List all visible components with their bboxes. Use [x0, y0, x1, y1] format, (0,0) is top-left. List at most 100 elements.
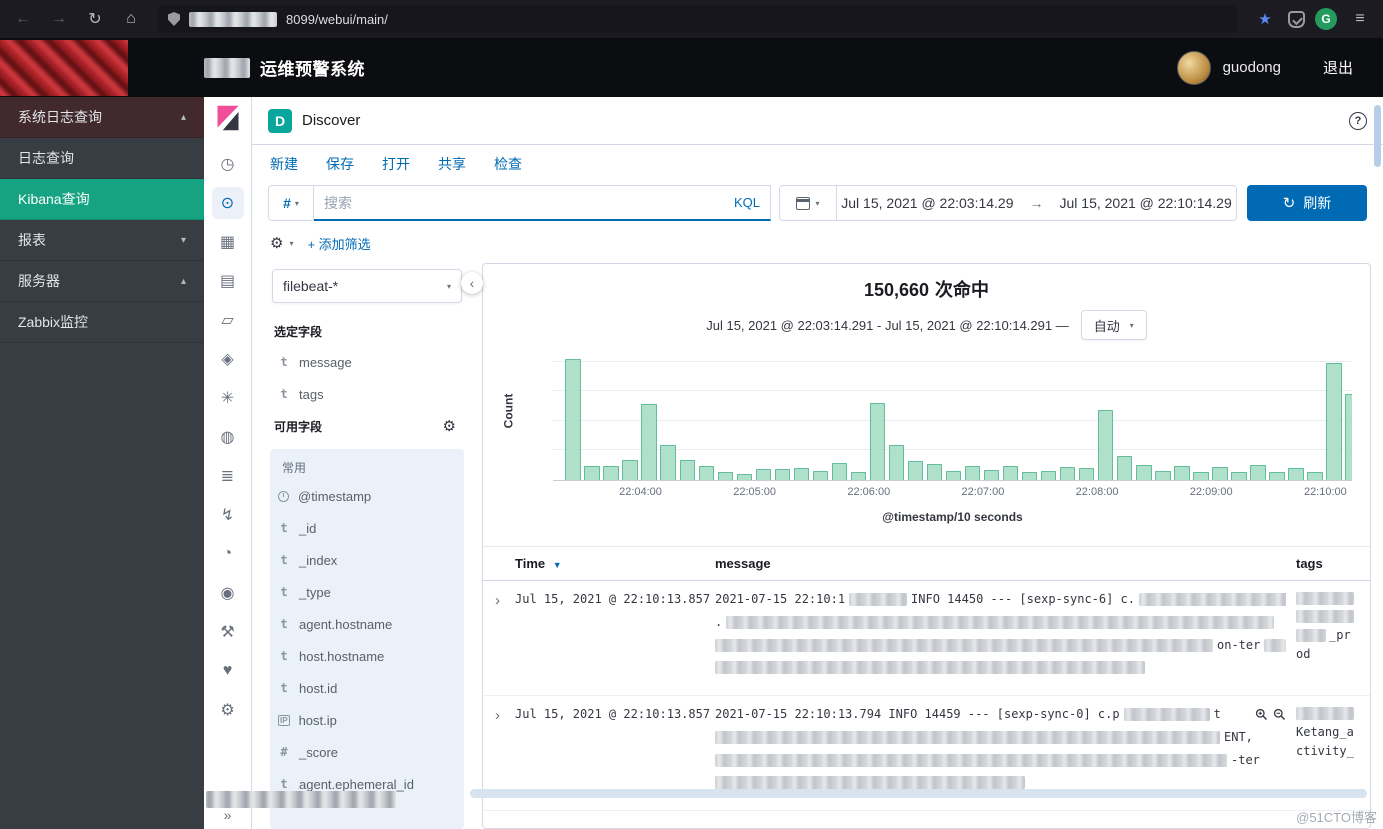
sidebar-item-kibana-query[interactable]: Kibana查询	[0, 179, 204, 220]
dev-tools-icon[interactable]: ⚒	[212, 616, 244, 648]
field-hostip[interactable]: IPhost.ip	[270, 704, 464, 736]
query-filter-dropdown[interactable]: # ▾	[268, 185, 314, 221]
field-_type[interactable]: t_type	[270, 576, 464, 608]
menu-inspect[interactable]: 检查	[494, 154, 522, 174]
tracking-protection-shield-icon[interactable]	[168, 12, 180, 26]
tags-column-header[interactable]: tags	[1296, 556, 1370, 571]
time-column-header[interactable]: Time ▼	[515, 556, 715, 571]
histogram-bar[interactable]	[1250, 465, 1265, 480]
interval-select[interactable]: 自动 ▾	[1081, 310, 1147, 340]
logout-button[interactable]: 退出	[1323, 57, 1353, 78]
histogram-bar[interactable]	[1288, 468, 1303, 480]
histogram-bar[interactable]	[1174, 466, 1189, 480]
expand-row-icon[interactable]: ›	[495, 592, 500, 609]
management-icon[interactable]: ⚙	[212, 694, 244, 726]
maps-icon[interactable]: ◈	[212, 343, 244, 375]
field-_index[interactable]: t_index	[270, 544, 464, 576]
histogram-bar[interactable]	[1079, 468, 1094, 480]
histogram-bar[interactable]	[1041, 471, 1056, 480]
user-avatar[interactable]	[1177, 51, 1211, 85]
message-column-header[interactable]: message	[715, 556, 1296, 571]
histogram-bar[interactable]	[603, 466, 618, 480]
date-from[interactable]: Jul 15, 2021 @ 22:03:14.29	[841, 195, 1013, 211]
histogram-bar[interactable]	[870, 403, 885, 480]
sidebar-item-log-query[interactable]: 日志查询	[0, 138, 204, 179]
histogram-bar[interactable]	[699, 466, 714, 480]
histogram-bar[interactable]	[908, 461, 923, 480]
sidebar-item-system-log-query[interactable]: 系统日志查询▴	[0, 97, 204, 138]
histogram-bar[interactable]	[1193, 472, 1208, 480]
histogram-bar[interactable]	[584, 466, 599, 480]
histogram-bar[interactable]	[984, 470, 999, 480]
back-icon[interactable]: ←	[10, 10, 36, 28]
histogram-bar[interactable]	[641, 404, 656, 480]
histogram-bar[interactable]	[1307, 472, 1322, 480]
histogram-bar[interactable]	[813, 471, 828, 480]
menu-new[interactable]: 新建	[270, 154, 298, 174]
help-icon[interactable]: ?	[1349, 112, 1367, 130]
search-input[interactable]: 搜索 KQL	[314, 185, 771, 221]
metrics-icon[interactable]: ◍	[212, 421, 244, 453]
sidebar-item-reports[interactable]: 报表▾	[0, 220, 204, 261]
histogram-bar[interactable]	[565, 359, 580, 480]
field-timestamp[interactable]: @timestamp	[270, 480, 464, 512]
filter-out-value-icon[interactable]	[1273, 708, 1286, 721]
stack-monitoring-icon[interactable]: ♥	[212, 655, 244, 687]
histogram-bar[interactable]	[946, 471, 961, 480]
browser-profile-avatar[interactable]: G	[1315, 8, 1337, 30]
field-tags[interactable]: ttags	[270, 378, 464, 410]
canvas-icon[interactable]: ▱	[212, 304, 244, 336]
date-range[interactable]: Jul 15, 2021 @ 22:03:14.29 → Jul 15, 202…	[837, 185, 1237, 221]
histogram-bar[interactable]	[622, 460, 637, 480]
horizontal-scrollbar-thumb[interactable]	[470, 789, 1367, 798]
forward-icon[interactable]: →	[46, 10, 72, 28]
histogram-bar[interactable]	[1326, 363, 1341, 480]
histogram-bar[interactable]	[927, 464, 942, 480]
histogram-bar[interactable]	[718, 472, 733, 480]
visualize-icon[interactable]: ▦	[212, 226, 244, 258]
recent-icon[interactable]: ◷	[212, 148, 244, 180]
histogram-bar[interactable]	[1345, 394, 1352, 480]
menu-open[interactable]: 打开	[382, 154, 410, 174]
field-agenthostname[interactable]: tagent.hostname	[270, 608, 464, 640]
histogram-bar[interactable]	[1212, 467, 1227, 480]
histogram-bar[interactable]	[1060, 467, 1075, 480]
histogram-bar[interactable]	[965, 466, 980, 480]
fields-settings-gear-icon[interactable]: ⚙	[443, 417, 456, 435]
histogram-bar[interactable]	[1155, 471, 1170, 480]
field-hostid[interactable]: thost.id	[270, 672, 464, 704]
field-_id[interactable]: t_id	[270, 512, 464, 544]
collapse-fields-button[interactable]: ‹	[461, 272, 483, 294]
dashboard-icon[interactable]: ▤	[212, 265, 244, 297]
histogram-bar[interactable]	[737, 474, 752, 480]
histogram-bar[interactable]	[1269, 472, 1284, 480]
field-_score[interactable]: #_score	[270, 736, 464, 768]
vertical-scrollbar-thumb[interactable]	[1374, 105, 1381, 167]
histogram-bar[interactable]	[1136, 465, 1151, 480]
home-icon[interactable]: ⌂	[118, 10, 144, 28]
histogram-bar[interactable]	[775, 469, 790, 480]
hamburger-menu-icon[interactable]: ≡	[1347, 10, 1373, 28]
histogram-bar[interactable]	[756, 469, 771, 480]
histogram-bar[interactable]	[680, 460, 695, 480]
add-filter-link[interactable]: + 添加筛选	[307, 234, 370, 253]
pocket-icon[interactable]	[1288, 11, 1305, 28]
histogram-bar[interactable]	[832, 463, 847, 480]
siem-icon[interactable]: ◉	[212, 577, 244, 609]
discover-icon[interactable]: ⊙	[212, 187, 244, 219]
reload-icon[interactable]: ↻	[82, 9, 108, 29]
histogram-bar[interactable]	[1022, 472, 1037, 480]
url-bar[interactable]: 8099/webui/main/	[158, 5, 1238, 33]
collapse-nav-icon[interactable]: »	[224, 807, 232, 823]
histogram-bar[interactable]	[1231, 472, 1246, 480]
filter-for-value-icon[interactable]	[1255, 708, 1268, 721]
filter-settings-gear-icon[interactable]: ⚙	[270, 234, 283, 252]
sidebar-item-servers[interactable]: 服务器▴	[0, 261, 204, 302]
menu-share[interactable]: 共享	[438, 154, 466, 174]
kql-toggle[interactable]: KQL	[734, 195, 760, 210]
kibana-logo[interactable]	[214, 104, 242, 132]
bookmark-star-icon[interactable]: ★	[1252, 10, 1278, 28]
histogram-bar[interactable]	[889, 445, 904, 480]
machine-learning-icon[interactable]: ✳	[212, 382, 244, 414]
field-hosthostname[interactable]: thost.hostname	[270, 640, 464, 672]
